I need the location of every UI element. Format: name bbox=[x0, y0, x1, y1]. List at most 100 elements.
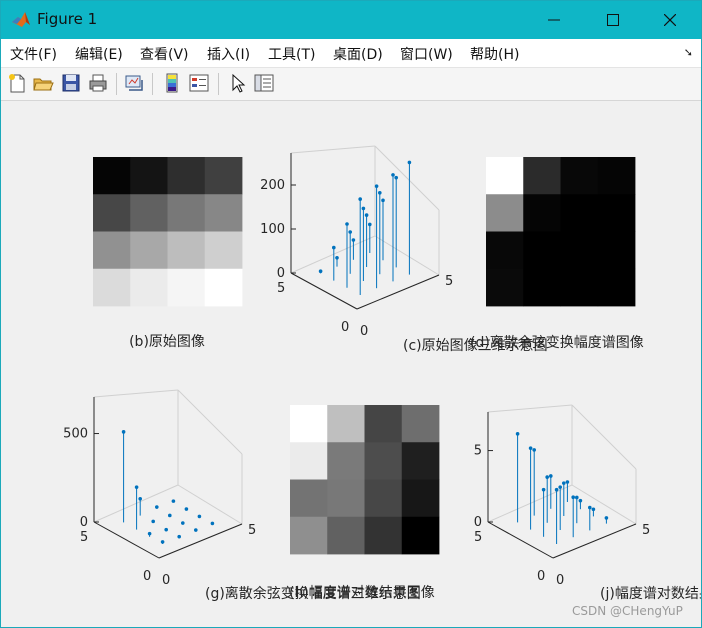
dock-arrow-icon[interactable]: ➘ bbox=[684, 46, 693, 59]
heatmap-cell bbox=[560, 194, 599, 232]
menu-window[interactable]: 窗口(W) bbox=[400, 44, 453, 64]
colorbar-icon[interactable] bbox=[161, 72, 183, 94]
subplot-h[interactable] bbox=[290, 405, 440, 555]
subplot-g[interactable]: 050050 05 bbox=[63, 389, 256, 588]
y-tick-label: 5 bbox=[474, 530, 482, 545]
menu-bar: 文件(F) 编辑(E) 查看(V) 插入(I) 工具(T) 桌面(D) 窗口(W… bbox=[1, 39, 701, 68]
print-icon[interactable] bbox=[87, 72, 109, 94]
stem-marker bbox=[345, 222, 349, 226]
toolbar-separator bbox=[152, 73, 153, 95]
x-tick-label: 5 bbox=[248, 523, 256, 538]
axis-box-line bbox=[177, 389, 243, 455]
stem-marker bbox=[332, 245, 336, 250]
title-bar[interactable]: Figure 1 bbox=[1, 1, 701, 39]
x-tick-label: 0 bbox=[162, 573, 170, 588]
heatmap-cell bbox=[167, 268, 206, 307]
stem-marker bbox=[361, 206, 366, 211]
property-inspector-icon[interactable] bbox=[253, 72, 275, 94]
stem-marker bbox=[168, 513, 172, 518]
stem-marker bbox=[558, 485, 562, 489]
x-tick-label: 0 bbox=[556, 573, 564, 588]
heatmap-cell bbox=[401, 405, 440, 443]
heatmap-cell bbox=[290, 479, 328, 518]
menu-desktop[interactable]: 桌面(D) bbox=[333, 44, 383, 64]
subplot-b[interactable] bbox=[93, 157, 243, 307]
legend-icon[interactable] bbox=[188, 72, 210, 94]
menu-insert[interactable]: 插入(I) bbox=[207, 44, 250, 64]
z-tick-label: 5 bbox=[474, 444, 482, 459]
heatmap-cell bbox=[167, 231, 206, 270]
pointer-icon[interactable] bbox=[227, 72, 249, 94]
link-plot-icon[interactable] bbox=[123, 72, 145, 94]
heatmap-cell bbox=[167, 157, 206, 195]
close-button[interactable] bbox=[647, 1, 693, 39]
axis-box-line bbox=[571, 484, 637, 525]
menu-file[interactable]: 文件(F) bbox=[10, 44, 57, 64]
heatmap-cell bbox=[401, 516, 440, 555]
heatmap-cell bbox=[523, 268, 561, 307]
caption-h: (h)幅度谱对数结果图像 bbox=[289, 585, 435, 601]
stem-marker bbox=[368, 222, 372, 227]
y-tick-label: 0 bbox=[341, 320, 349, 335]
heatmap-cell bbox=[560, 157, 599, 195]
subplot-d[interactable] bbox=[486, 157, 636, 307]
maximize-icon bbox=[607, 14, 619, 26]
heatmap-cell bbox=[486, 194, 524, 232]
stem-marker bbox=[138, 496, 142, 501]
stem-marker bbox=[351, 238, 356, 242]
heatmap-cell bbox=[204, 194, 243, 232]
figure-canvas[interactable]: (b)原始图像 010020050 05 (c)原始图像三维示意图 (d)离散余弦… bbox=[1, 101, 701, 627]
stem-marker bbox=[578, 498, 583, 503]
menu-tools[interactable]: 工具(T) bbox=[268, 44, 315, 64]
new-figure-icon[interactable] bbox=[6, 72, 28, 94]
caption-d: (d)离散余弦变换幅度谱图像 bbox=[470, 334, 644, 351]
caption-j: (j)幅度谱对数结果三维示意图 bbox=[600, 585, 701, 602]
heatmap-cell bbox=[290, 442, 328, 480]
stem-marker bbox=[565, 480, 570, 484]
heatmap-cell bbox=[364, 442, 403, 480]
heatmap-cell bbox=[523, 231, 561, 270]
heatmap-cell bbox=[597, 231, 636, 270]
z-tick-label: 0 bbox=[474, 515, 482, 530]
stem-marker bbox=[407, 160, 412, 165]
x-tick-label: 0 bbox=[360, 324, 368, 339]
stem-marker bbox=[549, 474, 553, 478]
maximize-button[interactable] bbox=[590, 1, 636, 39]
menu-view[interactable]: 查看(V) bbox=[140, 44, 189, 64]
menu-edit[interactable]: 编辑(E) bbox=[75, 44, 123, 64]
minimize-button[interactable] bbox=[531, 1, 577, 39]
stem-marker bbox=[394, 175, 399, 180]
heatmap-cell bbox=[597, 194, 636, 232]
heatmap-cell bbox=[486, 157, 524, 195]
z-tick-label: 500 bbox=[63, 427, 88, 442]
heatmap-cell bbox=[486, 231, 524, 270]
stem-marker bbox=[515, 432, 520, 436]
heatmap-cell bbox=[290, 405, 328, 443]
heatmap-cell bbox=[364, 405, 403, 443]
stem-marker bbox=[391, 173, 395, 177]
matlab-logo-icon bbox=[12, 12, 30, 27]
heatmap-cell bbox=[167, 194, 206, 232]
open-icon[interactable] bbox=[32, 72, 54, 94]
heatmap-cell bbox=[204, 157, 243, 195]
heatmap-cell bbox=[93, 157, 131, 195]
save-icon[interactable] bbox=[60, 72, 82, 94]
toolbar bbox=[1, 68, 701, 101]
close-icon bbox=[664, 14, 676, 26]
stem-marker bbox=[197, 514, 202, 519]
axis-box-line bbox=[290, 145, 376, 154]
stem-marker bbox=[194, 528, 198, 532]
menu-help[interactable]: 帮助(H) bbox=[470, 44, 519, 64]
y-tick-label: 5 bbox=[277, 281, 285, 296]
stem-marker bbox=[151, 519, 155, 524]
heatmap-cell bbox=[364, 516, 403, 555]
y-tick-label: 0 bbox=[143, 569, 151, 584]
stem-marker bbox=[591, 507, 596, 512]
subplot-c[interactable]: 010020050 05 bbox=[260, 145, 453, 339]
axis-box-line bbox=[93, 389, 179, 398]
stem-marker bbox=[378, 191, 382, 195]
heatmap-cell bbox=[204, 268, 243, 307]
subplot-j[interactable]: 0550 05 bbox=[474, 404, 651, 588]
stem-marker bbox=[160, 540, 165, 544]
heatmap-cell bbox=[401, 479, 440, 518]
